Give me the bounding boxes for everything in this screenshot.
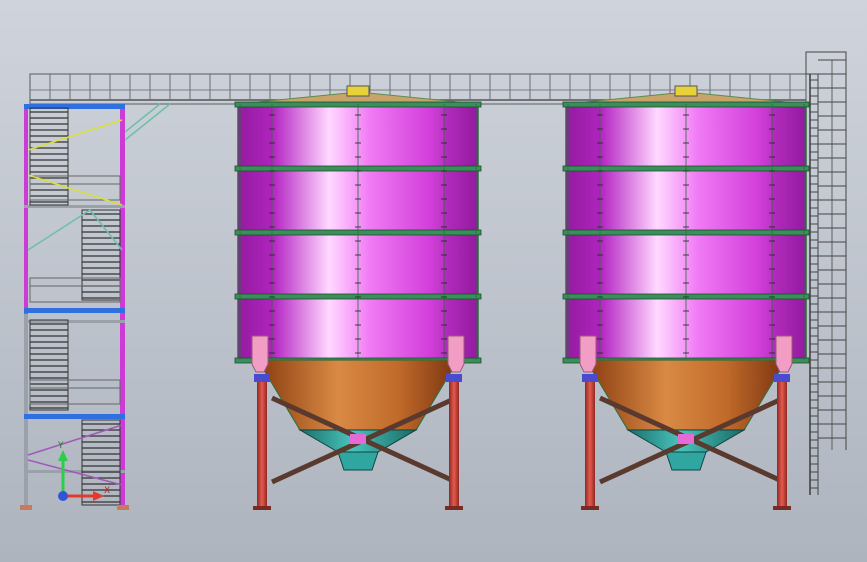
roof-hatch	[346, 85, 370, 97]
support-leg	[449, 374, 459, 510]
tower-beam	[24, 308, 125, 313]
x-axis-label: X	[104, 486, 110, 496]
support-leg	[585, 374, 595, 510]
support-leg	[777, 374, 787, 510]
brace-gusset	[350, 434, 366, 444]
z-axis-dot	[58, 491, 68, 501]
leg-bracket	[251, 335, 269, 373]
cad-viewport[interactable]: Y X	[0, 0, 867, 562]
brace-gusset	[678, 434, 694, 444]
leg-base-plate	[445, 506, 463, 510]
hopper-outlet	[665, 451, 707, 471]
tower-column	[120, 104, 125, 510]
leg-bracket	[579, 335, 597, 373]
leg-base-plate	[773, 506, 791, 510]
roof-hatch	[674, 85, 698, 97]
tower-footing	[20, 505, 32, 510]
leg-base-plate	[253, 506, 271, 510]
hopper-outlet	[337, 451, 379, 471]
leg-base-plate	[581, 506, 599, 510]
leg-cap	[774, 374, 790, 382]
tower-footing	[117, 505, 129, 510]
y-axis-label: Y	[57, 441, 64, 451]
leg-cap	[446, 374, 462, 382]
leg-cap	[254, 374, 270, 382]
tower-column	[24, 104, 28, 314]
tower-beam	[24, 414, 125, 419]
leg-bracket	[775, 335, 793, 373]
leg-bracket	[447, 335, 465, 373]
support-leg	[257, 374, 267, 510]
leg-cap	[582, 374, 598, 382]
